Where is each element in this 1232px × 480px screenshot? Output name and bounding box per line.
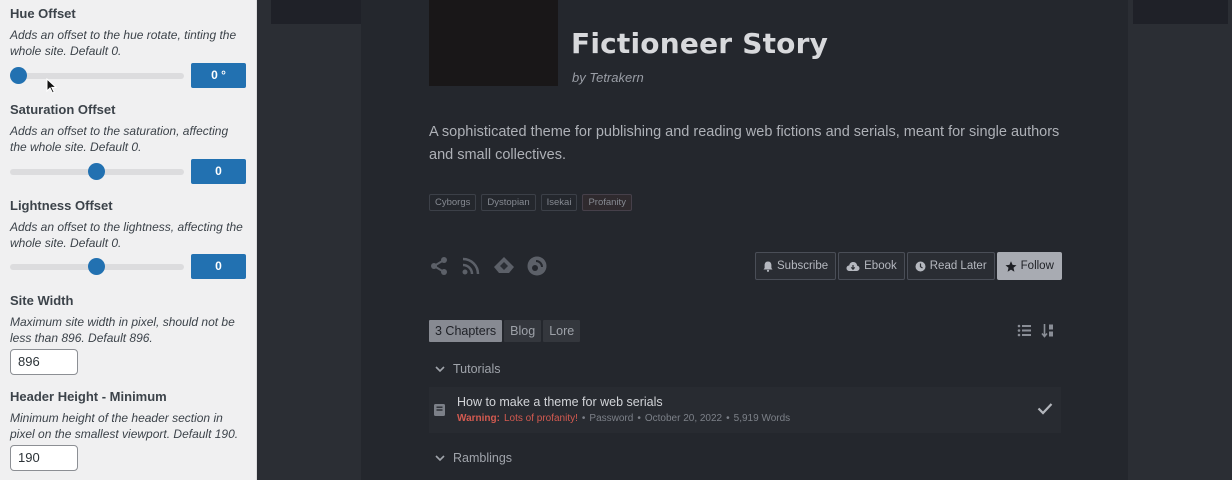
group-tutorials-label: Tutorials xyxy=(453,362,501,376)
ebook-button[interactable]: Ebook xyxy=(838,252,905,280)
saturation-offset-description: Adds an offset to the saturation, affect… xyxy=(10,124,229,154)
tag-profanity[interactable]: Profanity xyxy=(582,194,632,211)
chapter-word-count: 5,919 Words xyxy=(733,413,791,424)
group-ramblings-label: Ramblings xyxy=(453,451,513,465)
chapter-date: October 20, 2022 xyxy=(644,413,723,424)
meta-separator: • xyxy=(637,413,641,424)
header-height-min-title: Header Height - Minimum xyxy=(10,389,167,404)
list-view-controls xyxy=(1017,323,1055,338)
group-tutorials-toggle[interactable]: Tutorials xyxy=(435,362,500,376)
meta-separator: • xyxy=(726,413,730,424)
story-tags: Cyborgs Dystopian Isekai Profanity xyxy=(429,194,632,211)
lightness-offset-range: 0 xyxy=(10,254,246,279)
hue-slider-track[interactable] xyxy=(10,73,184,79)
chapter-title[interactable]: How to make a theme for web serials xyxy=(457,395,663,409)
story-tabs: 3 Chapters Blog Lore xyxy=(429,320,581,342)
subscribe-button[interactable]: Subscribe xyxy=(755,252,837,280)
story-actions: Subscribe Ebook Read Later Follow xyxy=(755,252,1062,280)
header-height-min-control: Header Height - Minimum Minimum height o… xyxy=(10,389,246,471)
meta-separator: • xyxy=(581,413,586,424)
social-icons xyxy=(429,256,547,276)
sort-order-icon[interactable] xyxy=(1041,323,1055,338)
header-image-left xyxy=(271,0,361,24)
chapter-warning-label: Warning: xyxy=(457,413,500,424)
site-width-input[interactable]: 896 xyxy=(10,349,78,375)
hue-offset-title: Hue Offset xyxy=(10,6,76,21)
checkmark-icon[interactable] xyxy=(1037,402,1053,415)
story-cover-image[interactable] xyxy=(429,0,558,86)
story-description: A sophisticated theme for publishing and… xyxy=(429,124,1060,163)
ebook-label: Ebook xyxy=(864,260,897,272)
saturation-offset-title: Saturation Offset xyxy=(10,102,116,117)
lightness-offset-control: Lightness Offset Adds an offset to the l… xyxy=(10,198,246,279)
story-author[interactable]: by Tetrakern xyxy=(572,70,644,85)
header-height-min-description: Minimum height of the header section in … xyxy=(10,411,239,441)
tab-lore[interactable]: Lore xyxy=(543,320,581,342)
inoreader-icon[interactable] xyxy=(527,256,547,276)
tab-chapters[interactable]: 3 Chapters xyxy=(429,320,503,342)
rss-icon[interactable] xyxy=(461,256,481,276)
lightness-slider-thumb[interactable] xyxy=(88,258,105,275)
header-image-right xyxy=(1133,0,1228,24)
customizer-panel: Hue Offset Adds an offset to the hue rot… xyxy=(0,0,257,480)
hue-value-box[interactable]: 0 ° xyxy=(191,63,246,88)
chevron-down-icon xyxy=(435,365,445,372)
lightness-offset-title: Lightness Offset xyxy=(10,198,113,213)
lightness-offset-description: Adds an offset to the lightness, affecti… xyxy=(10,220,243,250)
book-icon xyxy=(434,404,445,416)
header-height-min-input[interactable]: 190 xyxy=(10,445,78,471)
story-page: Fictioneer Story by Tetrakern A sophisti… xyxy=(361,0,1128,480)
lightness-value-box[interactable]: 0 xyxy=(191,254,246,279)
clock-icon xyxy=(915,261,926,271)
saturation-offset-control: Saturation Offset Adds an offset to the … xyxy=(10,102,246,184)
saturation-value-box[interactable]: 0 xyxy=(191,159,246,184)
site-preview: Fictioneer Story by Tetrakern A sophisti… xyxy=(257,0,1232,480)
feedly-icon[interactable] xyxy=(493,256,515,276)
hue-offset-description: Adds an offset to the hue rotate, tintin… xyxy=(10,28,237,58)
mouse-cursor-icon xyxy=(46,78,58,94)
hue-slider-thumb[interactable] xyxy=(10,67,27,84)
saturation-slider-thumb[interactable] xyxy=(88,163,105,180)
read-later-button[interactable]: Read Later xyxy=(906,252,995,280)
tag-isekai[interactable]: Isekai xyxy=(540,194,578,211)
group-ramblings-toggle[interactable]: Ramblings xyxy=(435,451,512,465)
chapter-list-item[interactable]: How to make a theme for web serials Warn… xyxy=(429,387,1061,433)
site-width-control: Site Width Maximum site width in pixel, … xyxy=(10,293,246,375)
list-view-icon[interactable] xyxy=(1017,323,1032,338)
cloud-download-icon xyxy=(846,261,860,271)
chevron-down-icon xyxy=(435,454,445,461)
saturation-offset-range: 0 xyxy=(10,159,246,184)
tag-cyborgs[interactable]: Cyborgs xyxy=(429,194,477,211)
follow-button[interactable]: Follow xyxy=(996,252,1062,280)
chapter-meta: Warning: Lots of profanity! • Password •… xyxy=(457,413,790,424)
story-title: Fictioneer Story xyxy=(571,27,829,60)
share-icon[interactable] xyxy=(429,256,449,276)
bell-icon xyxy=(763,261,773,272)
tab-blog[interactable]: Blog xyxy=(504,320,542,342)
site-width-description: Maximum site width in pixel, should not … xyxy=(10,315,235,345)
star-icon xyxy=(1005,260,1017,272)
read-later-label: Read Later xyxy=(929,260,987,272)
subscribe-label: Subscribe xyxy=(777,260,829,272)
hue-offset-control: Hue Offset Adds an offset to the hue rot… xyxy=(10,6,246,88)
follow-label: Follow xyxy=(1020,260,1054,272)
site-width-title: Site Width xyxy=(10,293,74,308)
chapter-password: Password xyxy=(589,413,634,424)
tag-dystopian[interactable]: Dystopian xyxy=(481,194,536,211)
chapter-warning-text: Lots of profanity! xyxy=(503,413,578,424)
